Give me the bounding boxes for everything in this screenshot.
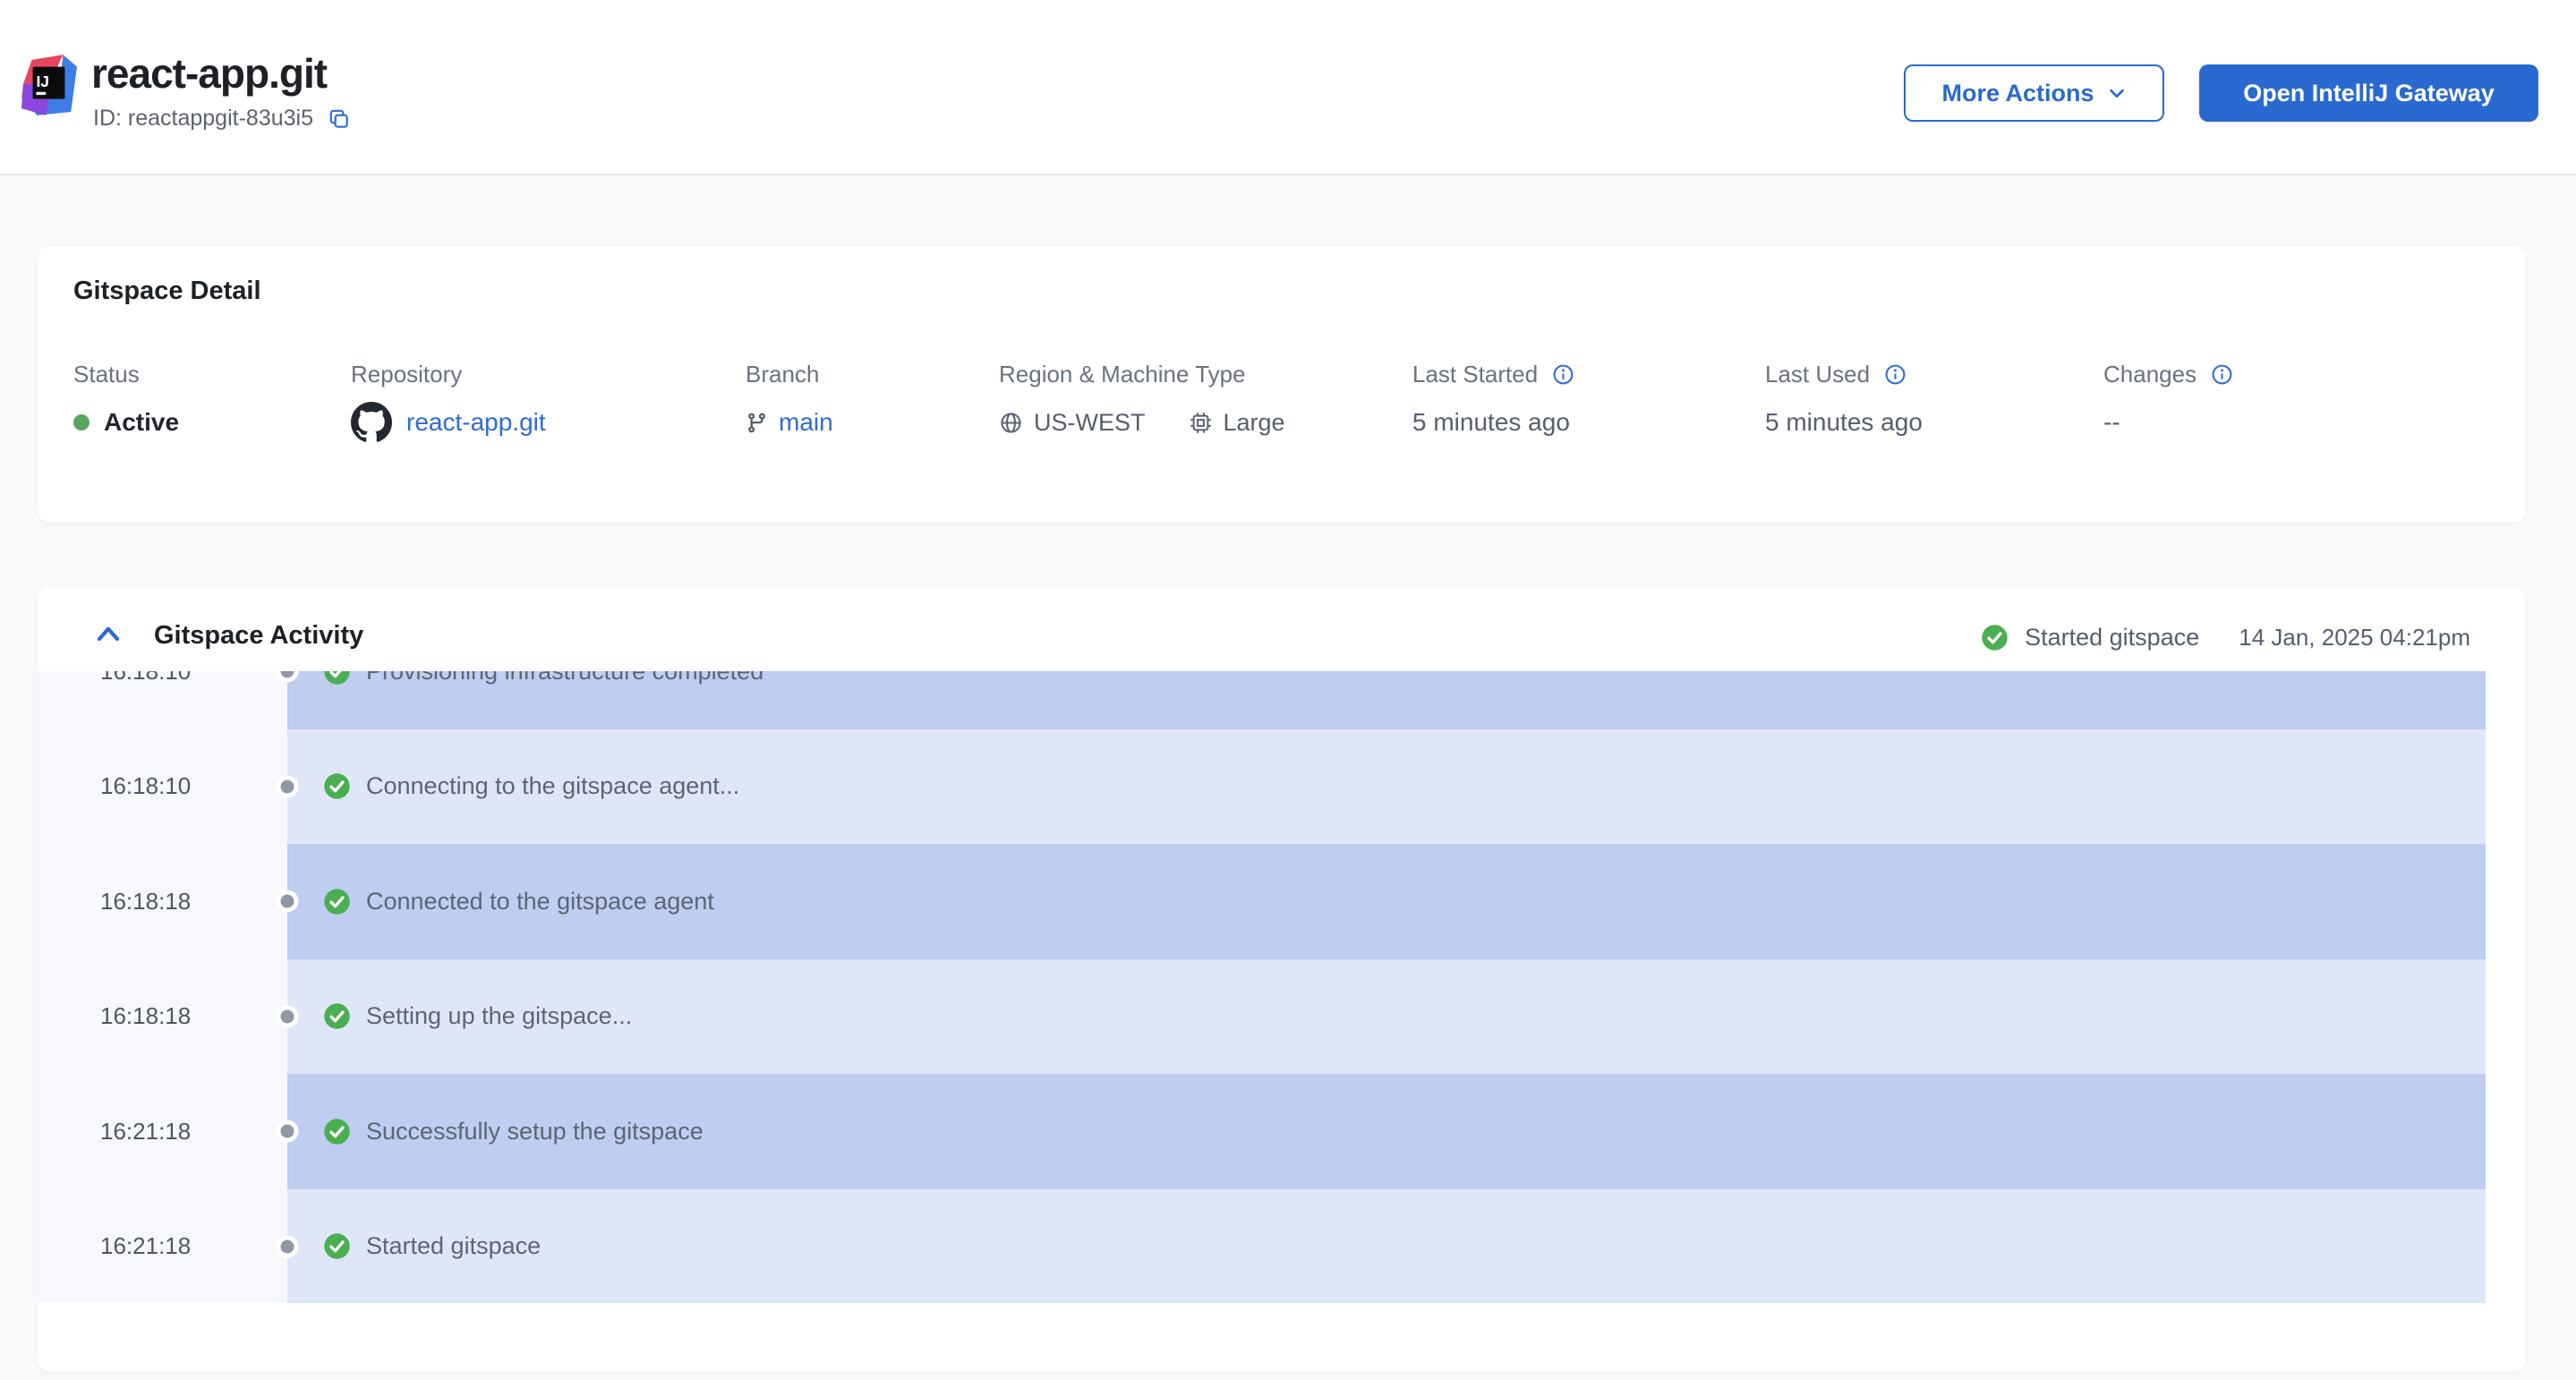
log-time: 16:21:18 [38,1232,287,1260]
activity-log-viewport[interactable]: 16:18:10 Provisioning infrastructure com… [38,671,2526,1303]
chevron-down-icon [2107,83,2127,103]
success-check-icon [323,1118,351,1146]
collapse-chevron-up-icon[interactable] [95,623,122,646]
svg-text:IJ: IJ [36,72,49,90]
success-check-icon [1981,624,2009,652]
gitspace-id: ID: reactappgit-83u3i5 [93,106,313,132]
changes-value: -- [2103,408,2120,437]
more-actions-button[interactable]: More Actions [1904,64,2164,122]
globe-icon [999,411,1023,435]
timeline-dot-icon [281,779,294,793]
top-header: IJ react-app.git ID: reactappgit-83u3i5 … [0,0,2576,175]
status-value: Active [104,408,179,437]
info-icon[interactable] [1884,363,1906,386]
timeline-dot-icon [281,1125,294,1138]
branch-link[interactable]: main [779,408,833,437]
field-changes: Changes -- [2103,361,2233,388]
branch-label: Branch [746,361,819,388]
log-time: 16:18:18 [38,888,287,916]
activity-card-title: Gitspace Activity [154,621,363,651]
last-used-value: 5 minutes ago [1765,408,1923,437]
activity-timestamp: 14 Jan, 2025 04:21pm [2239,624,2470,652]
gitspace-detail-card: Gitspace Detail Status Active Repository… [38,246,2526,523]
activity-log-list: 16:18:10 Provisioning infrastructure com… [38,671,2486,1303]
log-time: 16:21:18 [38,1118,287,1146]
last-started-value: 5 minutes ago [1412,408,1570,437]
field-branch: Branch main [746,361,819,388]
success-check-icon [323,1002,351,1030]
machine-type-icon [1189,411,1213,435]
field-region-machine: Region & Machine Type US-WEST [999,361,1246,388]
log-time: 16:18:18 [38,1002,287,1030]
repository-label: Repository [351,361,462,388]
changes-label: Changes [2103,361,2196,388]
log-message: Started gitspace [366,1232,541,1260]
log-row: 16:18:10 Connecting to the gitspace agen… [38,729,2486,845]
success-check-icon [323,1232,351,1260]
gitspace-activity-card: Gitspace Activity Started gitspace 14 Ja… [38,587,2526,1372]
log-message: Connected to the gitspace agent [366,888,714,916]
log-time: 16:18:10 [38,772,287,800]
log-row: 16:21:18 Started gitspace [38,1189,2486,1304]
git-branch-icon [746,412,768,434]
open-gateway-button[interactable]: Open IntelliJ Gateway [2199,64,2538,122]
log-row: 16:18:18 Setting up the gitspace... [38,959,2486,1075]
timeline-dot-icon [281,1239,294,1253]
field-last-started: Last Started 5 minutes ago [1412,361,1574,388]
log-row: 16:18:18 Connected to the gitspace agent [38,844,2486,959]
copy-id-icon[interactable] [328,107,351,131]
timeline-dot-icon [281,895,294,908]
success-check-icon [323,671,351,686]
page-title: react-app.git [91,49,327,98]
field-repository: Repository react-app.git [351,361,462,388]
last-used-label: Last Used [1765,361,1870,388]
log-message: Connecting to the gitspace agent... [366,772,739,800]
log-message: Successfully setup the gitspace [366,1118,704,1146]
success-check-icon [323,772,351,800]
status-dot-icon [73,414,90,430]
log-row: 16:21:18 Successfully setup the gitspace [38,1074,2486,1189]
log-time: 16:18:10 [38,671,287,686]
github-icon [351,402,392,443]
field-status: Status Active [73,361,140,388]
more-actions-label: More Actions [1941,80,2094,107]
last-started-label: Last Started [1412,361,1538,388]
info-icon[interactable] [1552,363,1574,386]
latest-activity-status: Started gitspace [2025,624,2199,652]
success-check-icon [323,888,351,916]
intellij-logo: IJ [21,54,77,116]
status-label: Status [73,361,140,388]
region-machine-label: Region & Machine Type [999,361,1246,388]
repository-link[interactable]: react-app.git [406,408,546,437]
log-message: Setting up the gitspace... [366,1002,632,1030]
timeline-dot-icon [281,1009,294,1023]
field-last-used: Last Used 5 minutes ago [1765,361,1906,388]
machine-type-value: Large [1224,409,1285,437]
detail-card-title: Gitspace Detail [73,277,261,306]
log-row: 16:18:10 Provisioning infrastructure com… [38,671,2486,729]
info-icon[interactable] [2211,363,2233,386]
region-value: US-WEST [1034,409,1146,437]
log-message: Provisioning infrastructure completed [366,671,763,686]
